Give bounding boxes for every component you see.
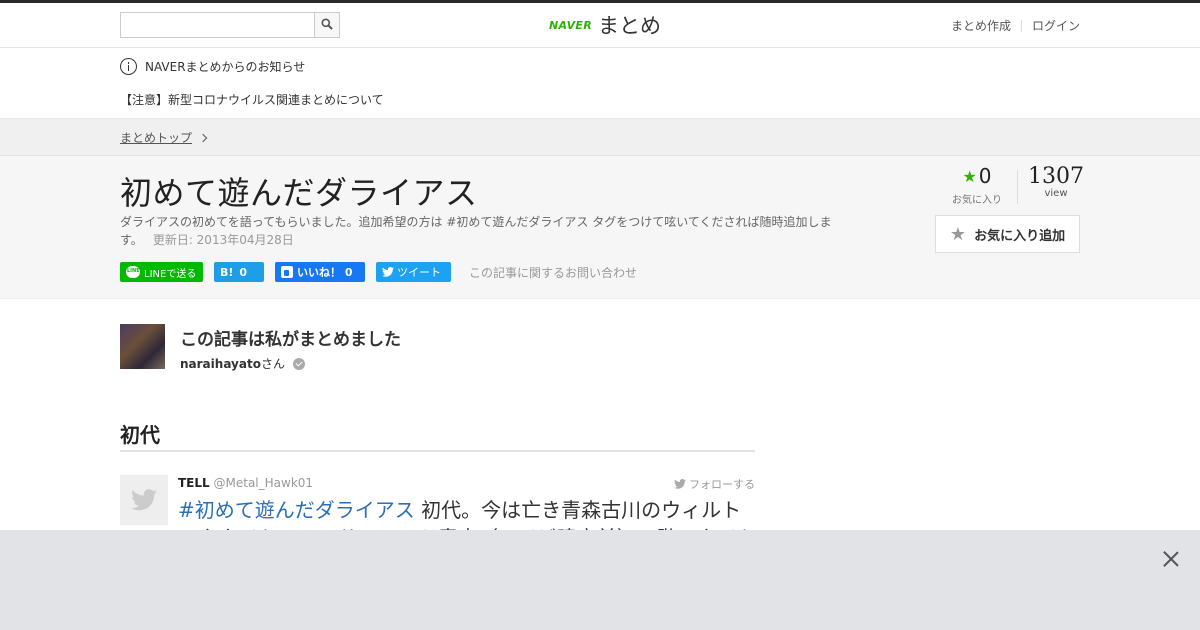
- avatar[interactable]: [120, 324, 165, 369]
- article-stats: ★ 0 お気に入り 1307 view: [935, 164, 1084, 208]
- view-count: 1307 view: [1027, 164, 1085, 199]
- tweet-label: ツイート: [397, 266, 441, 279]
- breadcrumb-top-link[interactable]: まとめトップ: [120, 129, 208, 146]
- bottom-ad-banner: [0, 530, 1200, 630]
- twitter-bird-icon: [674, 479, 686, 489]
- contact-link[interactable]: この記事に関するお問い合わせ: [469, 264, 637, 281]
- twitter-bird-icon: [382, 267, 394, 277]
- nav-divider: [1020, 19, 1022, 32]
- hatena-count: 0: [239, 265, 248, 279]
- twitter-bird-icon: [131, 489, 157, 511]
- search-input[interactable]: [121, 13, 315, 37]
- site-header: NAVER まとめ まとめ作成 ログイン: [0, 3, 1200, 48]
- article-description: ダライアスの初めてを語ってもらいました。追加希望の方は #初めて遊んだダライアス…: [120, 213, 840, 249]
- line-share-label: LINEで送る: [144, 268, 197, 280]
- tweet-button[interactable]: ツイート: [376, 262, 451, 282]
- tweet-hashtag[interactable]: #初めて遊んだダライアス: [178, 498, 415, 522]
- section-heading-text: 初代: [120, 423, 160, 447]
- favorite-count-label: お気に入り: [952, 195, 1002, 206]
- search-box: [120, 12, 340, 38]
- article-header: 初めて遊んだダライアス ダライアスの初めてを語ってもらいました。追加希望の方は …: [0, 156, 1200, 299]
- favorite-count: ★ 0 お気に入り: [947, 164, 1007, 206]
- verified-check-icon: [292, 357, 305, 370]
- thumbs-up-icon: [281, 266, 293, 278]
- logo-name: まとめ: [597, 14, 661, 38]
- site-logo[interactable]: NAVER まとめ: [549, 11, 661, 39]
- notice-link[interactable]: 【注意】新型コロナウイルス関連まとめについて: [120, 91, 384, 108]
- line-share-button[interactable]: LINEで送る: [120, 262, 203, 282]
- follow-label: フォローする: [689, 478, 755, 491]
- tweet-avatar[interactable]: [120, 475, 168, 525]
- login-link[interactable]: ログイン: [1032, 17, 1080, 34]
- notice-heading-text: NAVERまとめからのお知らせ: [145, 60, 306, 74]
- line-icon: [126, 266, 140, 278]
- section-heading: 初代: [120, 419, 755, 452]
- favorite-count-value: 0: [978, 164, 992, 188]
- author-suffix: さん: [260, 357, 285, 371]
- chevron-right-icon: [198, 133, 208, 142]
- search-button[interactable]: [314, 13, 339, 37]
- author-username[interactable]: naraihayato: [180, 357, 261, 371]
- star-outline-icon: ★: [949, 223, 967, 245]
- info-icon: [120, 58, 137, 75]
- author-heading: この記事は私がまとめました: [180, 330, 401, 350]
- breadcrumb: まとめトップ: [0, 118, 1200, 156]
- view-count-value: 1307: [1028, 164, 1084, 189]
- add-favorite-label: お気に入り追加: [974, 228, 1066, 244]
- follow-button[interactable]: フォローする: [674, 476, 755, 492]
- search-icon: [321, 18, 333, 30]
- breadcrumb-top-label: まとめトップ: [120, 131, 193, 145]
- create-matome-link[interactable]: まとめ作成: [951, 17, 1011, 34]
- hatena-bookmark-button[interactable]: B! 0: [214, 262, 264, 282]
- stats-divider: [1017, 170, 1018, 204]
- updated-date: 更新日: 2013年04月28日: [152, 233, 294, 247]
- logo-brand: NAVER: [549, 18, 592, 32]
- facebook-like-button[interactable]: いいね！ 0: [275, 262, 365, 282]
- author-name: naraihayato さん: [180, 355, 305, 372]
- notice-heading: NAVERまとめからのお知らせ: [120, 58, 305, 75]
- add-favorite-button[interactable]: ★ お気に入り追加: [935, 215, 1080, 253]
- share-bar: LINEで送る B! 0 いいね！ 0 ツイート この記事に関するお問い合わせ: [120, 262, 637, 282]
- header-nav: まとめ作成 ログイン: [951, 17, 1080, 34]
- page-title: 初めて遊んだダライアス: [120, 174, 478, 212]
- close-icon[interactable]: [1160, 548, 1182, 570]
- facebook-like-label: いいね！ 0: [297, 266, 353, 279]
- tweet-author-handle: @Metal_Hawk01: [213, 476, 314, 490]
- tweet-author-name: TELL: [178, 476, 210, 490]
- view-count-label: view: [1044, 188, 1068, 199]
- star-icon: ★: [962, 166, 977, 186]
- hatena-icon: B!: [220, 265, 234, 279]
- tweet-author[interactable]: TELL @Metal_Hawk01: [178, 476, 313, 490]
